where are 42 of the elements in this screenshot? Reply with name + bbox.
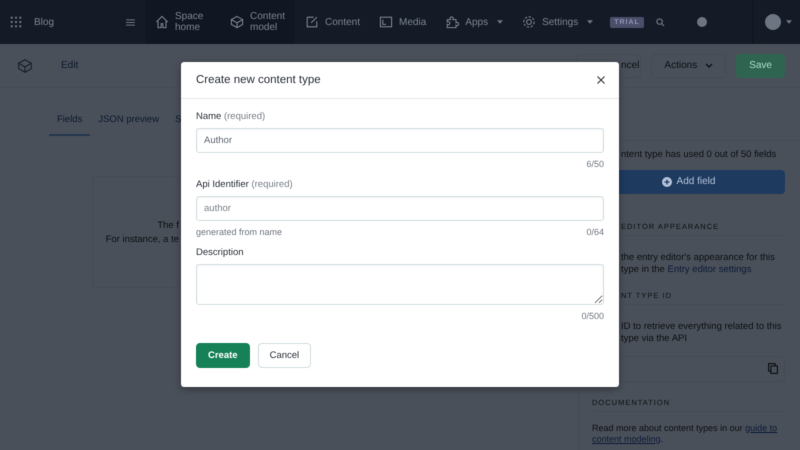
toolbar-button[interactable]: Actions bbox=[651, 54, 726, 78]
nav-item[interactable]: Settings bbox=[512, 0, 602, 44]
search-icon[interactable] bbox=[656, 18, 665, 26]
grid-menu-icon[interactable] bbox=[10, 16, 22, 28]
plus-circle-icon bbox=[662, 176, 672, 186]
save-button[interactable]: Save bbox=[736, 54, 785, 78]
description-field[interactable] bbox=[196, 264, 604, 305]
section-text: ID to retrieve everything related to this type via the API bbox=[621, 320, 782, 346]
nav-item[interactable]: Content model bbox=[220, 0, 295, 44]
space-name[interactable]: Blog bbox=[34, 16, 54, 28]
field-label: Api Identifier (required) bbox=[196, 179, 293, 190]
close-icon bbox=[597, 76, 605, 84]
character-counter: 6/50 bbox=[586, 159, 604, 169]
field-label: Description bbox=[196, 247, 244, 258]
copy-icon[interactable] bbox=[768, 363, 778, 374]
create-button[interactable]: Create bbox=[196, 343, 250, 368]
section-text: the entry editor's appearance for this type in the Entry editor settings bbox=[621, 252, 775, 276]
close-button[interactable] bbox=[595, 74, 607, 86]
empty-state-text: For instance, a te bbox=[106, 234, 179, 244]
cube-icon bbox=[15, 56, 35, 74]
puzzle-icon bbox=[444, 14, 460, 30]
cube-icon bbox=[229, 14, 245, 30]
text-field[interactable]: Author bbox=[196, 128, 604, 153]
caret-icon[interactable] bbox=[786, 20, 792, 24]
helper-text: generated from name bbox=[196, 227, 282, 237]
dialog-title: Create new content type bbox=[196, 74, 321, 86]
character-counter: 0/500 bbox=[581, 311, 604, 321]
house-icon bbox=[154, 14, 170, 30]
nav-item[interactable]: Apps bbox=[435, 0, 512, 44]
gear-icon bbox=[521, 14, 538, 30]
cancel-button[interactable]: Cancel bbox=[258, 343, 312, 368]
documentation-text: Read more about content types in our guide to content modeling. bbox=[592, 422, 778, 446]
nav-item[interactable]: Space home bbox=[145, 0, 220, 44]
field-label: Name (required) bbox=[196, 111, 266, 122]
nav-item[interactable]: Content bbox=[295, 0, 370, 44]
empty-state-text: The f bbox=[157, 220, 179, 230]
nav-item[interactable]: Media bbox=[369, 0, 436, 44]
avatar[interactable] bbox=[765, 14, 781, 30]
text-field[interactable]: author bbox=[196, 196, 604, 221]
field-usage-text: ntent type has used 0 out of 50 fields bbox=[621, 149, 776, 162]
image-icon bbox=[378, 14, 394, 30]
menu-icon[interactable] bbox=[126, 18, 135, 26]
